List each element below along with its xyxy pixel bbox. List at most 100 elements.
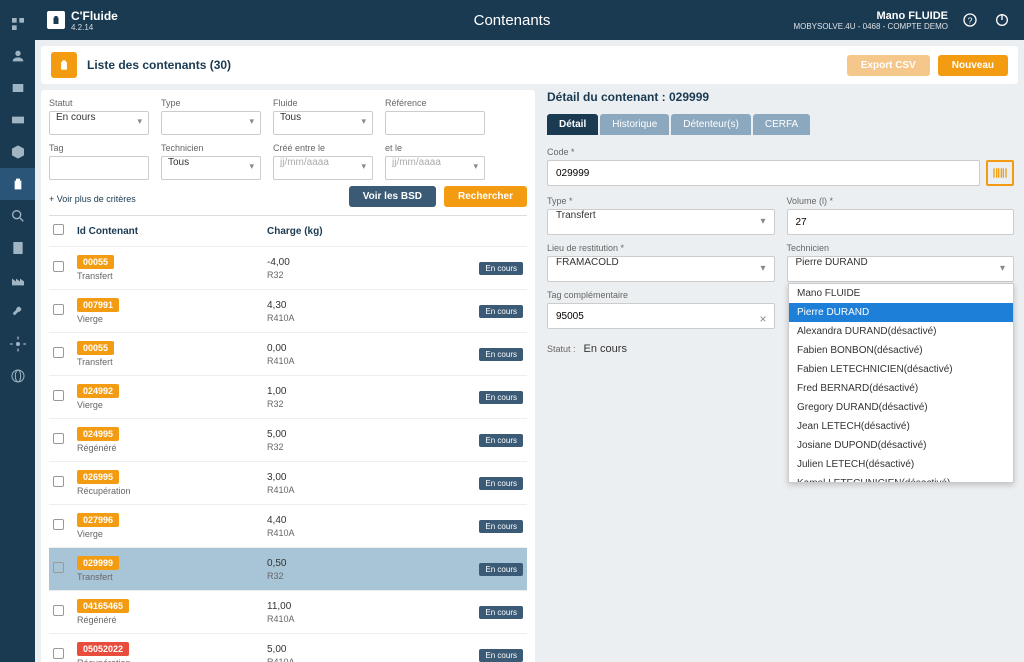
table-row[interactable]: 00055Transfert 0,00R410A En cours [49, 332, 527, 375]
volume-label: Volume (l) * [787, 196, 1015, 206]
row-checkbox[interactable] [53, 648, 64, 659]
tech-label: Technicien [787, 243, 1015, 253]
status-badge: En cours [479, 434, 523, 447]
lieu-select[interactable]: FRAMACOLD [547, 256, 775, 282]
table-row[interactable]: 029999Transfert 0,50R32 En cours [49, 547, 527, 590]
row-checkbox[interactable] [53, 261, 64, 272]
dropdown-option[interactable]: Pierre DURAND [789, 303, 1013, 322]
view-bsd-button[interactable]: Voir les BSD [349, 186, 436, 207]
barcode-icon[interactable] [986, 160, 1014, 186]
row-checkbox[interactable] [53, 476, 64, 487]
row-type: Transfert [77, 572, 267, 582]
more-criteria-link[interactable]: + Voir plus de critères [49, 194, 136, 204]
tab-detail[interactable]: Détail [547, 114, 598, 135]
table-row[interactable]: 026995Récupération 3,00R410A En cours [49, 461, 527, 504]
new-button[interactable]: Nouveau [938, 55, 1008, 76]
row-checkbox[interactable] [53, 519, 64, 530]
list-title: Liste des contenants (30) [87, 58, 231, 72]
dropdown-option[interactable]: Julien LETECH(désactivé) [789, 455, 1013, 474]
dropdown-option[interactable]: Alexandra DURAND(désactivé) [789, 322, 1013, 341]
filter-tag[interactable] [49, 156, 149, 180]
nav-factory[interactable] [0, 264, 35, 296]
table-row[interactable]: 027996Vierge 4,40R410A En cours [49, 504, 527, 547]
nav-docs[interactable] [0, 232, 35, 264]
row-checkbox[interactable] [53, 304, 64, 315]
nav-tools[interactable] [0, 296, 35, 328]
power-icon[interactable] [992, 10, 1012, 30]
container-icon [51, 52, 77, 78]
row-charge: 3,00 [267, 472, 451, 483]
filter-date-from[interactable]: jj/mm/aaaa [273, 156, 373, 180]
id-badge: 024992 [77, 384, 119, 398]
clear-tag-icon[interactable]: × [759, 312, 766, 326]
filter-reference[interactable] [385, 111, 485, 135]
row-type: Vierge [77, 400, 267, 410]
filter-fluide[interactable]: Tous [273, 111, 373, 135]
row-checkbox[interactable] [53, 562, 64, 573]
table-row[interactable]: 024992Vierge 1,00R32 En cours [49, 375, 527, 418]
row-charge: 11,00 [267, 601, 451, 612]
nav-dashboard[interactable] [0, 8, 35, 40]
dropdown-option[interactable]: Fabien BONBON(désactivé) [789, 341, 1013, 360]
dropdown-option[interactable]: Josiane DUPOND(désactivé) [789, 436, 1013, 455]
tab-detenteurs[interactable]: Détenteur(s) [671, 114, 751, 135]
dropdown-option[interactable]: Kamel LETECHNICIEN(désactivé) [789, 474, 1013, 483]
row-checkbox[interactable] [53, 605, 64, 616]
table-row[interactable]: 024995Régénéré 5,00R32 En cours [49, 418, 527, 461]
tech-select[interactable]: Pierre DURAND [787, 256, 1015, 282]
table-row[interactable]: 00055Transfert -4,00R32 En cours [49, 246, 527, 289]
table-row[interactable]: 007991Vierge 4,30R410A En cours [49, 289, 527, 332]
dropdown-option[interactable]: Mano FLUIDE [789, 284, 1013, 303]
filter-statut[interactable]: En cours [49, 111, 149, 135]
filter-date-to[interactable]: jj/mm/aaaa [385, 156, 485, 180]
user-context: MOBYSOLVE.4U - 0468 - COMPTE DEMO [793, 22, 948, 31]
code-label: Code * [547, 147, 1014, 157]
export-csv-button[interactable]: Export CSV [847, 55, 930, 76]
filter-type[interactable] [161, 111, 261, 135]
row-checkbox[interactable] [53, 347, 64, 358]
status-badge: En cours [479, 563, 523, 576]
nav-settings[interactable] [0, 328, 35, 360]
tag-input[interactable] [547, 303, 775, 329]
page-title: Contenants [474, 12, 551, 29]
filter-technicien[interactable]: Tous [161, 156, 261, 180]
nav-money[interactable] [0, 104, 35, 136]
type-select[interactable]: Transfert [547, 209, 775, 235]
nav-globe[interactable] [0, 360, 35, 392]
nav-equipment[interactable] [0, 72, 35, 104]
row-fluid: R410A [267, 614, 451, 624]
search-button[interactable]: Rechercher [444, 186, 527, 207]
row-fluid: R32 [267, 442, 451, 452]
dropdown-option[interactable]: Fred BERNARD(désactivé) [789, 379, 1013, 398]
status-badge: En cours [479, 477, 523, 490]
row-charge: 5,00 [267, 429, 451, 440]
row-checkbox[interactable] [53, 433, 64, 444]
detail-title: Détail du contenant : 029999 [547, 90, 1014, 104]
row-charge: 1,00 [267, 386, 451, 397]
tag-label: Tag complémentaire [547, 290, 775, 300]
id-badge: 026995 [77, 470, 119, 484]
nav-containers[interactable] [0, 168, 35, 200]
row-charge: 4,30 [267, 300, 451, 311]
dropdown-option[interactable]: Jean LETECH(désactivé) [789, 417, 1013, 436]
row-checkbox[interactable] [53, 390, 64, 401]
nav-box[interactable] [0, 136, 35, 168]
code-input[interactable] [547, 160, 980, 186]
volume-input[interactable] [787, 209, 1015, 235]
tab-cerfa[interactable]: CERFA [753, 114, 810, 135]
table-row[interactable]: 04165465Régénéré 11,00R410A En cours [49, 590, 527, 633]
user-name: Mano FLUIDE [793, 10, 948, 22]
nav-search[interactable] [0, 200, 35, 232]
table-row[interactable]: 05052022Récupération 5,00R410A En cours [49, 633, 527, 662]
filter-type-label: Type [161, 98, 261, 108]
select-all-checkbox[interactable] [53, 224, 64, 235]
dropdown-option[interactable]: Gregory DURAND(désactivé) [789, 398, 1013, 417]
status-badge: En cours [479, 262, 523, 275]
id-badge: 04165465 [77, 599, 129, 613]
nav-users[interactable] [0, 40, 35, 72]
dropdown-option[interactable]: Fabien LETECHNICIEN(désactivé) [789, 360, 1013, 379]
filter-reference-label: Référence [385, 98, 485, 108]
tab-historique[interactable]: Historique [600, 114, 669, 135]
status-badge: En cours [479, 305, 523, 318]
help-icon[interactable]: ? [960, 10, 980, 30]
